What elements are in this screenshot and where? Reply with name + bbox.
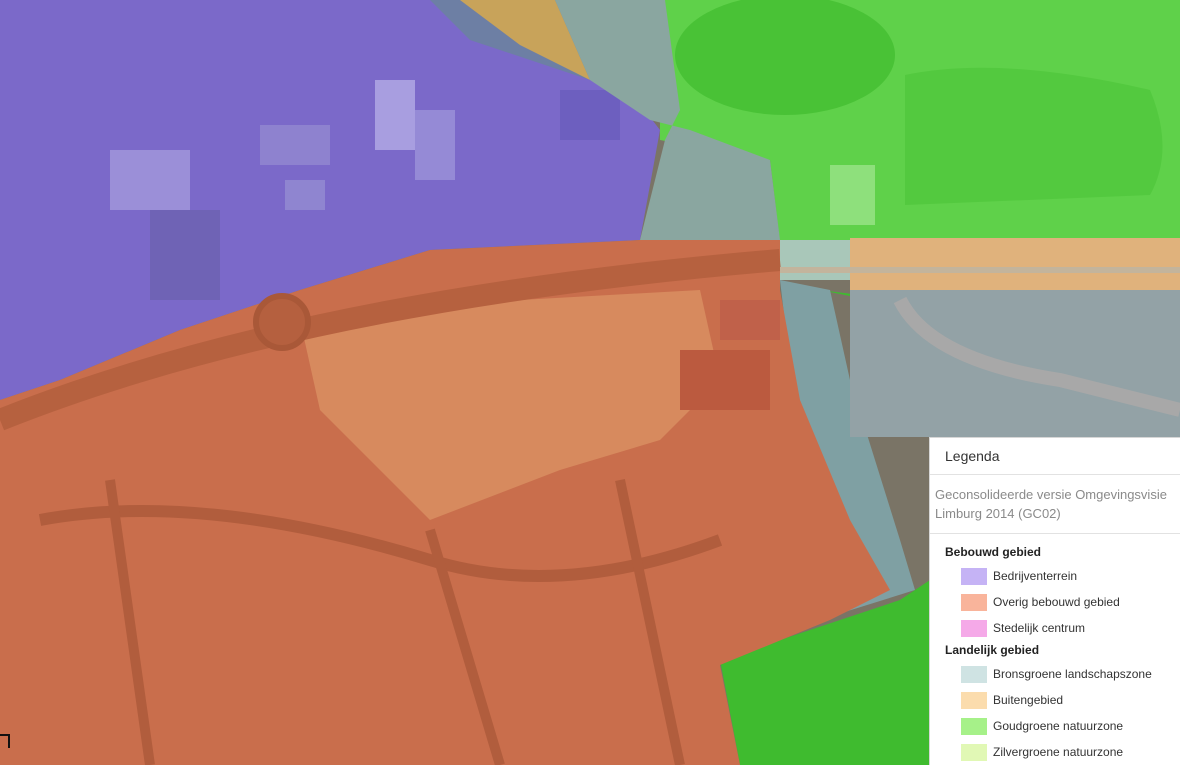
- legend-group-landelijk: Landelijk gebied Bronsgroene landschapsz…: [930, 643, 1180, 765]
- legend-swatch: [961, 619, 987, 637]
- legend-item: Overig bebouwd gebied: [945, 589, 1180, 615]
- legend-swatch: [961, 743, 987, 761]
- legend-group-bebouwd: Bebouwd gebied Bedrijventerrein Overig b…: [930, 545, 1180, 641]
- legend-swatch: [961, 717, 987, 735]
- legend-item: Bronsgroene landschapszone: [945, 661, 1180, 687]
- legend-item-label: Zilvergroene natuurzone: [993, 745, 1124, 759]
- legend-item-label: Overig bebouwd gebied: [993, 595, 1120, 609]
- legend-swatch: [961, 567, 987, 585]
- legend-item-label: Bedrijventerrein: [993, 569, 1078, 583]
- legend-title: Legenda: [930, 438, 1180, 475]
- legend-item: Goudgroene natuurzone: [945, 713, 1180, 739]
- legend-item: Zilvergroene natuurzone: [945, 739, 1180, 765]
- legend-group-title: Landelijk gebied: [945, 643, 1040, 657]
- legend-swatch: [961, 593, 987, 611]
- legend-panel[interactable]: Legenda Geconsolideerde versie Omgevings…: [929, 437, 1180, 765]
- legend-item-label: Stedelijk centrum: [993, 621, 1086, 635]
- legend-item-label: Goudgroene natuurzone: [993, 719, 1124, 733]
- legend-item: Bedrijventerrein: [945, 563, 1180, 589]
- legend-swatch: [961, 665, 987, 683]
- corner-marker: [0, 734, 10, 748]
- legend-item: Stedelijk centrum: [945, 615, 1180, 641]
- legend-source-layer[interactable]: Geconsolideerde versie Omgevingsvisie Li…: [930, 475, 1180, 534]
- legend-swatch: [961, 691, 987, 709]
- legend-group-title: Bebouwd gebied: [945, 545, 1041, 559]
- legend-item: Buitengebied: [945, 687, 1180, 713]
- legend-item-label: Bronsgroene landschapszone: [993, 667, 1152, 681]
- legend-item-label: Buitengebied: [993, 693, 1064, 707]
